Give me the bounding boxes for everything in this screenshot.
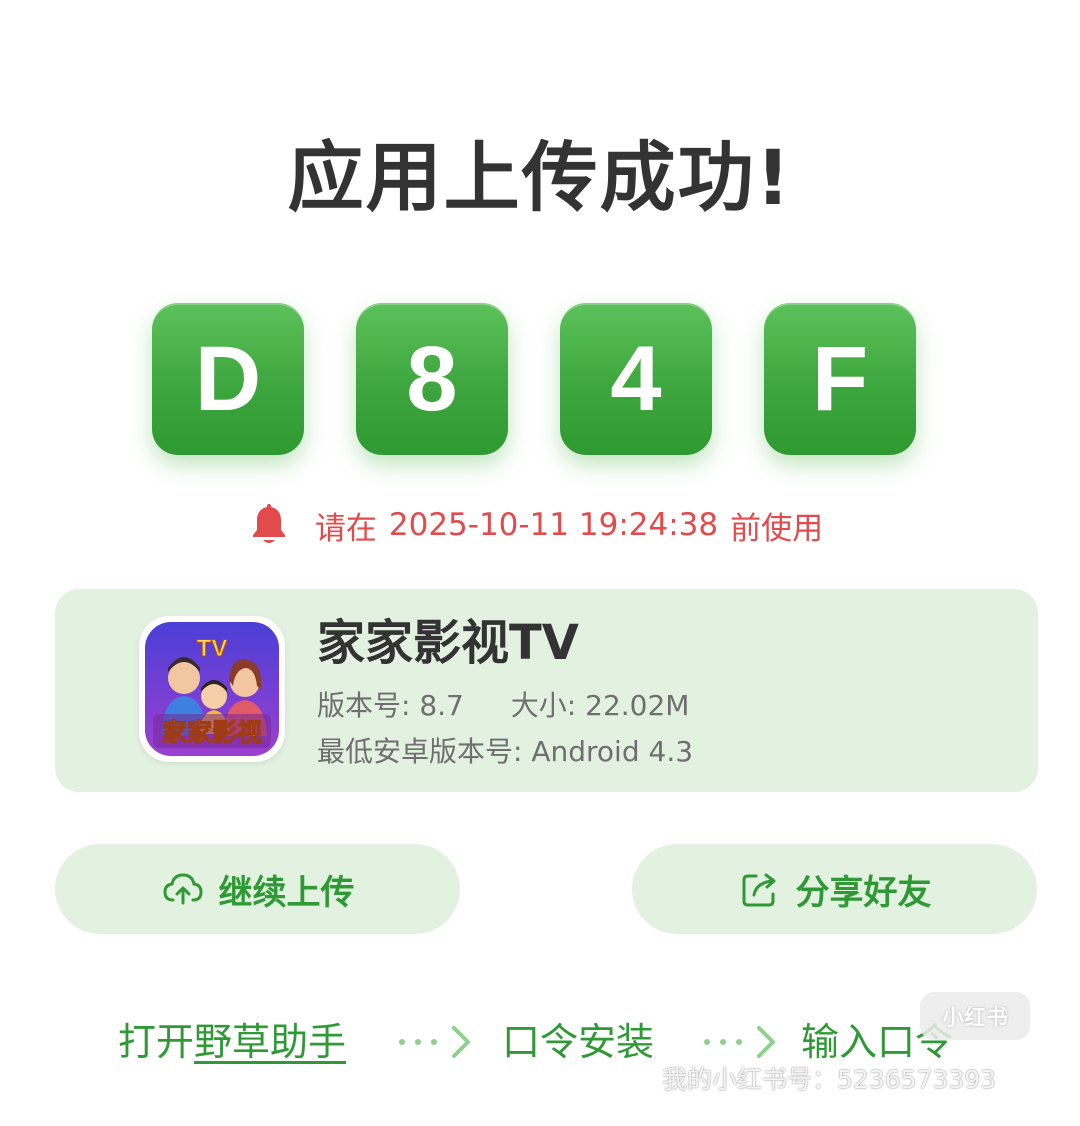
continue-upload-button[interactable]: 继续上传 xyxy=(55,844,460,934)
continue-upload-label: 继续上传 xyxy=(218,872,355,913)
bell-icon xyxy=(252,504,285,543)
size-label: 大小: xyxy=(510,689,577,722)
min-android-label: 最低安卓版本号: xyxy=(317,735,523,768)
watermark-badge: 小红书 xyxy=(920,992,1030,1040)
app-name: 家家影视TV xyxy=(317,615,579,671)
cloud-upload-icon xyxy=(162,873,203,905)
code-char-2: 8 xyxy=(356,303,508,455)
app-icon-name-text: 家家影视 xyxy=(162,718,262,747)
app-min-android: 最低安卓版本号: Android 4.3 xyxy=(317,733,693,771)
code-char-4: F xyxy=(764,303,916,455)
expiry-notice: 请在 2025-10-11 19:24:38 前使用 xyxy=(0,500,1080,550)
version-label: 版本号: xyxy=(317,689,411,722)
app-icon-tv-text: TV xyxy=(197,635,228,662)
upload-success-page: 应用上传成功! D 8 4 F 请在 2025-10-11 19:24:38 前… xyxy=(0,0,1080,1126)
install-code: D 8 4 F xyxy=(152,303,916,455)
yecao-assistant-link[interactable]: 野草助手 xyxy=(194,1020,346,1064)
code-char-1: D xyxy=(152,303,304,455)
expiry-prefix: 请在 xyxy=(314,510,377,547)
app-version-size: 版本号: 8.7 大小: 22.02M xyxy=(317,687,689,725)
expiry-suffix: 前使用 xyxy=(730,510,824,547)
size-value: 22.02M xyxy=(585,689,690,722)
min-android-value: Android 4.3 xyxy=(531,735,694,768)
share-friends-button[interactable]: 分享好友 xyxy=(632,844,1037,934)
expiry-datetime: 2025-10-11 19:24:38 xyxy=(388,507,719,543)
step-open-app: 打开野草助手 xyxy=(118,1012,346,1072)
step-code-install: 口令安装 xyxy=(502,1020,655,1064)
share-friends-label: 分享好友 xyxy=(795,872,932,913)
app-icon: TV 家家影视 xyxy=(139,616,285,762)
step1-prefix: 打开 xyxy=(118,1020,195,1064)
app-info-card: TV 家家影视 家家影视TV 版本号: 8.7 大小: 22.02M 最低安卓版… xyxy=(55,589,1038,792)
dots-arrow-icon xyxy=(399,1026,470,1058)
watermark-text: 我的小红书号：5236573393 xyxy=(662,1065,997,1094)
share-icon xyxy=(742,873,775,907)
code-char-3: 4 xyxy=(560,303,712,455)
version-value: 8.7 xyxy=(419,689,464,722)
dots-arrow-icon xyxy=(704,1026,775,1058)
page-title: 应用上传成功! xyxy=(287,133,793,222)
